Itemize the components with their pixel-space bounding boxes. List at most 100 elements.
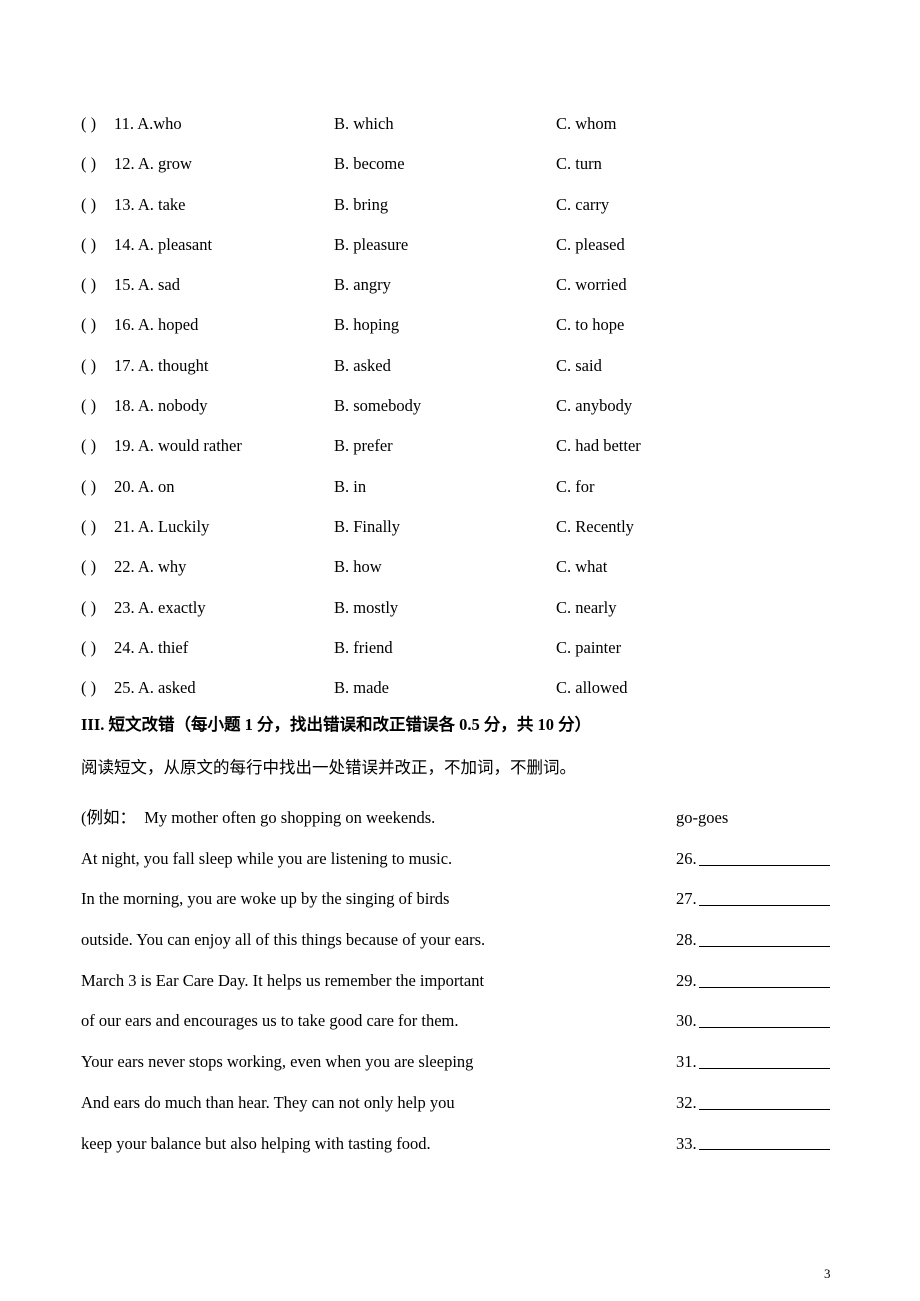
cloze-choice-c[interactable]: C. allowed (556, 668, 628, 708)
cloze-choice-b[interactable]: B. angry (334, 265, 391, 305)
cloze-choice-a[interactable]: 11. A.who (114, 104, 182, 144)
cloze-choice-c[interactable]: C. pleased (556, 225, 625, 265)
answer-bracket[interactable]: ( ) (81, 507, 96, 547)
cloze-choice-c[interactable]: C. whom (556, 104, 617, 144)
cloze-choice-a[interactable]: 22. A. why (114, 547, 186, 587)
cloze-choice-b[interactable]: B. pleasure (334, 225, 408, 265)
answer-write-line[interactable] (698, 893, 830, 907)
cloze-choice-c[interactable]: C. what (556, 547, 607, 587)
answer-number: 30. (676, 1011, 697, 1031)
cloze-option-row[interactable]: ( ) 25. A. asked B. made C. allowed (81, 668, 841, 708)
cloze-choice-c[interactable]: C. said (556, 346, 602, 386)
answer-bracket[interactable]: ( ) (81, 305, 96, 345)
answer-blank-row[interactable]: 32. (676, 1083, 876, 1124)
cloze-choice-c[interactable]: C. worried (556, 265, 627, 305)
cloze-option-row[interactable]: ( ) 15. A. sad B. angry C. worried (81, 265, 841, 305)
answer-write-line[interactable] (698, 1015, 830, 1029)
cloze-choice-c[interactable]: C. for (556, 467, 595, 507)
answer-write-line[interactable] (698, 975, 830, 988)
answer-blank-row[interactable]: 29. (676, 961, 876, 1002)
answer-blank-row[interactable]: 28. (676, 920, 876, 961)
passage-example-line: (例如： My mother often go shopping on week… (81, 808, 436, 827)
answer-bracket[interactable]: ( ) (81, 547, 96, 587)
answer-bracket[interactable]: ( ) (81, 104, 96, 144)
cloze-choice-b[interactable]: B. become (334, 144, 405, 184)
answer-write-line[interactable] (698, 1056, 830, 1069)
cloze-option-row[interactable]: ( ) 20. A. on B. in C. for (81, 467, 841, 507)
cloze-choice-c[interactable]: C. anybody (556, 386, 632, 426)
answer-bracket[interactable]: ( ) (81, 386, 96, 426)
cloze-option-row[interactable]: ( ) 19. A. would rather B. prefer C. had… (81, 426, 841, 466)
cloze-choice-b[interactable]: B. how (334, 547, 382, 587)
cloze-choice-b[interactable]: B. made (334, 668, 389, 708)
answer-bracket[interactable]: ( ) (81, 185, 96, 225)
cloze-choice-b[interactable]: B. Finally (334, 507, 400, 547)
cloze-choice-a[interactable]: 24. A. thief (114, 628, 188, 668)
cloze-option-row[interactable]: ( ) 16. A. hoped B. hoping C. to hope (81, 305, 841, 345)
cloze-choice-b[interactable]: B. mostly (334, 588, 398, 628)
cloze-choice-c[interactable]: C. Recently (556, 507, 634, 547)
answer-blank-row[interactable]: 31. (676, 1042, 876, 1083)
cloze-choice-c[interactable]: C. to hope (556, 305, 624, 345)
cloze-option-row[interactable]: ( ) 23. A. exactly B. mostly C. nearly (81, 588, 841, 628)
cloze-choice-c[interactable]: C. had better (556, 426, 641, 466)
cloze-option-row[interactable]: ( ) 12. A. grow B. become C. turn (81, 144, 841, 184)
answer-write-line[interactable] (698, 853, 830, 866)
cloze-choice-c[interactable]: C. turn (556, 144, 602, 184)
cloze-option-row[interactable]: ( ) 14. A. pleasant B. pleasure C. pleas… (81, 225, 841, 265)
cloze-choice-a[interactable]: 15. A. sad (114, 265, 180, 305)
example-answer: go-goes (676, 808, 729, 827)
cloze-choice-c[interactable]: C. painter (556, 628, 621, 668)
cloze-choice-a[interactable]: 13. A. take (114, 185, 186, 225)
cloze-option-row[interactable]: ( ) 18. A. nobody B. somebody C. anybody (81, 386, 841, 426)
passage-line: March 3 is Ear Care Day. It helps us rem… (81, 970, 485, 990)
answer-write-line[interactable] (698, 1137, 830, 1151)
answer-bracket[interactable]: ( ) (81, 588, 96, 628)
cloze-option-row[interactable]: ( ) 24. A. thief B. friend C. painter (81, 628, 841, 668)
cloze-option-row[interactable]: ( ) 13. A. take B. bring C. carry (81, 185, 841, 225)
answer-bracket[interactable]: ( ) (81, 467, 96, 507)
answer-number: 29. (676, 970, 697, 990)
cloze-choice-b[interactable]: B. friend (334, 628, 393, 668)
cloze-choice-c[interactable]: C. nearly (556, 588, 616, 628)
answer-bracket[interactable]: ( ) (81, 628, 96, 668)
answer-blank-row[interactable]: 27. (676, 879, 876, 920)
answer-write-line[interactable] (698, 934, 830, 947)
cloze-choice-a[interactable]: 20. A. on (114, 467, 175, 507)
cloze-choice-a[interactable]: 19. A. would rather (114, 426, 242, 466)
cloze-option-row[interactable]: ( ) 21. A. Luckily B. Finally C. Recentl… (81, 507, 841, 547)
cloze-choice-a[interactable]: 16. A. hoped (114, 305, 198, 345)
cloze-choice-b[interactable]: B. hoping (334, 305, 399, 345)
answer-number: 31. (676, 1052, 697, 1072)
answer-blank-row[interactable]: 26. (676, 839, 876, 880)
answer-blank-row[interactable]: 30. (676, 1001, 876, 1042)
answer-bracket[interactable]: ( ) (81, 265, 96, 305)
passage-line: At night, you fall sleep while you are l… (81, 848, 453, 868)
answer-bracket[interactable]: ( ) (81, 144, 96, 184)
passage-line: In the morning, you are woke up by the s… (81, 889, 450, 909)
answer-number: 28. (676, 930, 697, 950)
answer-blank-row[interactable]: 33. (676, 1124, 876, 1165)
answer-bracket[interactable]: ( ) (81, 426, 96, 466)
cloze-choice-c[interactable]: C. carry (556, 185, 609, 225)
cloze-choice-b[interactable]: B. prefer (334, 426, 393, 466)
cloze-choice-a[interactable]: 25. A. asked (114, 668, 196, 708)
cloze-choice-b[interactable]: B. in (334, 467, 366, 507)
answer-bracket[interactable]: ( ) (81, 346, 96, 386)
answer-bracket[interactable]: ( ) (81, 668, 96, 708)
cloze-choice-a[interactable]: 21. A. Luckily (114, 507, 209, 547)
cloze-choice-b[interactable]: B. somebody (334, 386, 421, 426)
answer-write-line[interactable] (698, 1097, 830, 1110)
cloze-choice-b[interactable]: B. bring (334, 185, 388, 225)
cloze-choice-a[interactable]: 12. A. grow (114, 144, 192, 184)
cloze-choice-a[interactable]: 17. A. thought (114, 346, 208, 386)
cloze-option-row[interactable]: ( ) 22. A. why B. how C. what (81, 547, 841, 587)
cloze-option-row[interactable]: ( ) 11. A.who B. which C. whom (81, 104, 841, 144)
cloze-choice-a[interactable]: 18. A. nobody (114, 386, 208, 426)
cloze-option-row[interactable]: ( ) 17. A. thought B. asked C. said (81, 346, 841, 386)
cloze-choice-b[interactable]: B. which (334, 104, 394, 144)
cloze-choice-a[interactable]: 14. A. pleasant (114, 225, 212, 265)
cloze-choice-b[interactable]: B. asked (334, 346, 391, 386)
answer-bracket[interactable]: ( ) (81, 225, 96, 265)
cloze-choice-a[interactable]: 23. A. exactly (114, 588, 206, 628)
